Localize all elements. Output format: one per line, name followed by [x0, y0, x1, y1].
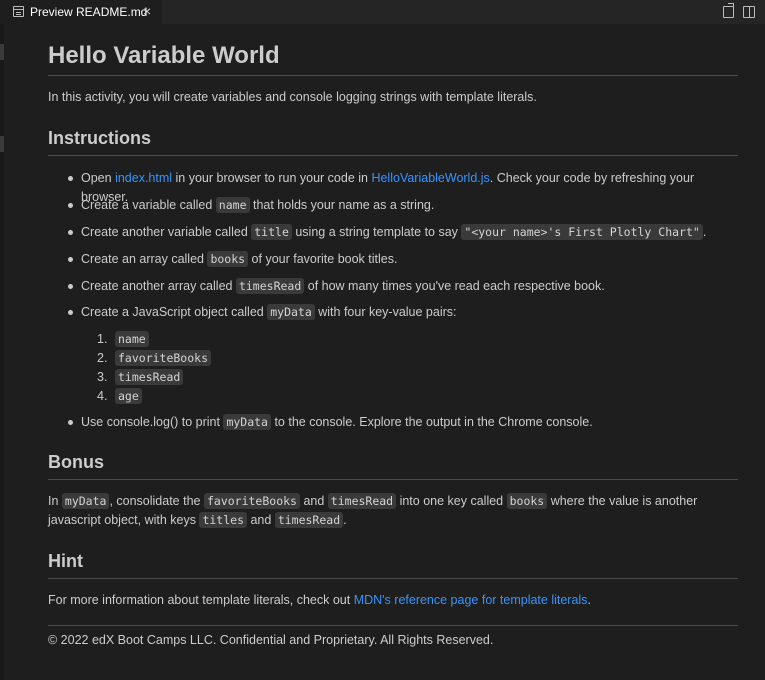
bonus-text-part: and [299, 494, 328, 508]
inline-code: title [251, 224, 292, 240]
inline-code: books [207, 251, 249, 267]
instructions-heading: Instructions [48, 128, 152, 148]
close-icon[interactable]: × [143, 4, 151, 18]
list-item: Create a JavaScript object called myData… [68, 303, 741, 322]
list-item: 1. name [97, 330, 315, 349]
bonus-text-part: and [247, 513, 275, 527]
list-item: Create another array called timesRead of… [68, 277, 741, 296]
list-item-text: Create an array called [81, 252, 208, 266]
intro-text: In this activity, you will create variab… [48, 90, 537, 104]
list-item: 2. favoriteBooks [97, 349, 315, 368]
bonus-text-part: , consolidate the [109, 494, 204, 508]
inline-code: timesRead [274, 512, 344, 528]
inline-code: timesRead [327, 493, 397, 509]
list-item-text: Create another variable called [81, 225, 252, 239]
bonus-rule [48, 479, 738, 480]
list-item-text: using a string template to say [291, 225, 462, 239]
editor-tab-bar: Preview README.md × [0, 0, 765, 24]
bonus-text-part: into one key called [396, 494, 507, 508]
inline-code: "<your name>'s First Plotly Chart" [461, 224, 703, 240]
hint-text: For more information about template lite… [48, 591, 738, 610]
list-item-text: . [702, 225, 707, 239]
hint-heading: Hint [48, 551, 83, 571]
inline-code: timesRead [115, 369, 184, 385]
inline-code: favoriteBooks [115, 350, 212, 366]
open-source-icon[interactable] [723, 3, 734, 18]
bonus-text-part: . [343, 513, 347, 527]
bonus-heading: Bonus [48, 452, 104, 472]
list-item-text: that holds your name as a string. [249, 198, 435, 212]
list-item: 3. timesRead [97, 368, 315, 387]
footer-text: © 2022 edX Boot Camps LLC. Confidential … [48, 633, 494, 647]
list-item: Use console.log() to print myData to the… [68, 413, 741, 432]
mdn-template-literals-link[interactable]: MDN's reference page for template litera… [354, 593, 588, 607]
inline-code: myData [267, 304, 315, 320]
title-rule [48, 75, 738, 76]
inline-code: timesRead [235, 278, 305, 294]
hint-text-part: . [587, 593, 591, 607]
bonus-text-part: In [48, 494, 62, 508]
list-item: Create another variable called title usi… [68, 223, 741, 242]
list-item: Create an array called books of your fav… [68, 250, 741, 269]
list-item-text: with four key-value pairs: [314, 305, 457, 319]
inline-code: favoriteBooks [203, 493, 300, 509]
inline-code: myData [223, 414, 271, 430]
list-item-text: of how many times you've read each respe… [304, 279, 605, 293]
list-item-text: to the console. Explore the output in th… [270, 415, 593, 429]
hint-text-part: For more information about template lite… [48, 593, 354, 607]
split-editor-icon[interactable] [743, 6, 755, 18]
inline-code: titles [199, 512, 247, 528]
hint-rule [48, 578, 738, 579]
list-item-text: in your browser to run your code in [172, 171, 372, 185]
list-item-text: Create a variable called [81, 198, 216, 212]
preview-icon [13, 6, 24, 17]
list-item: 4. age [97, 387, 315, 406]
gutter-marker [0, 136, 4, 152]
inline-code: age [115, 388, 142, 404]
inline-code: name [115, 331, 149, 347]
footer-rule [48, 625, 738, 626]
list-item-text: Use console.log() to print [81, 415, 224, 429]
bonus-text: In myData, consolidate the favoriteBooks… [48, 492, 738, 530]
index-html-link[interactable]: index.html [115, 171, 172, 185]
editor-actions [723, 3, 755, 18]
list-item-text: Open [81, 171, 116, 185]
instructions-rule [48, 155, 738, 156]
tab-label: Preview README.md [30, 5, 148, 19]
tab-preview-readme[interactable]: Preview README.md × [0, 0, 162, 24]
list-item: Create a variable called name that holds… [68, 196, 741, 215]
left-gutter [0, 24, 4, 680]
inline-code: books [506, 493, 548, 509]
inline-code: name [215, 197, 250, 213]
hellovariableworld-link[interactable]: HelloVariableWorld.js [371, 171, 489, 185]
page-title: Hello Variable World [48, 42, 280, 69]
gutter-marker [0, 44, 4, 60]
inline-code: myData [61, 493, 110, 509]
list-item-text: Create a JavaScript object called [81, 305, 268, 319]
list-item-text: Create another array called [81, 279, 236, 293]
list-item-text: of your favorite book titles. [248, 252, 398, 266]
